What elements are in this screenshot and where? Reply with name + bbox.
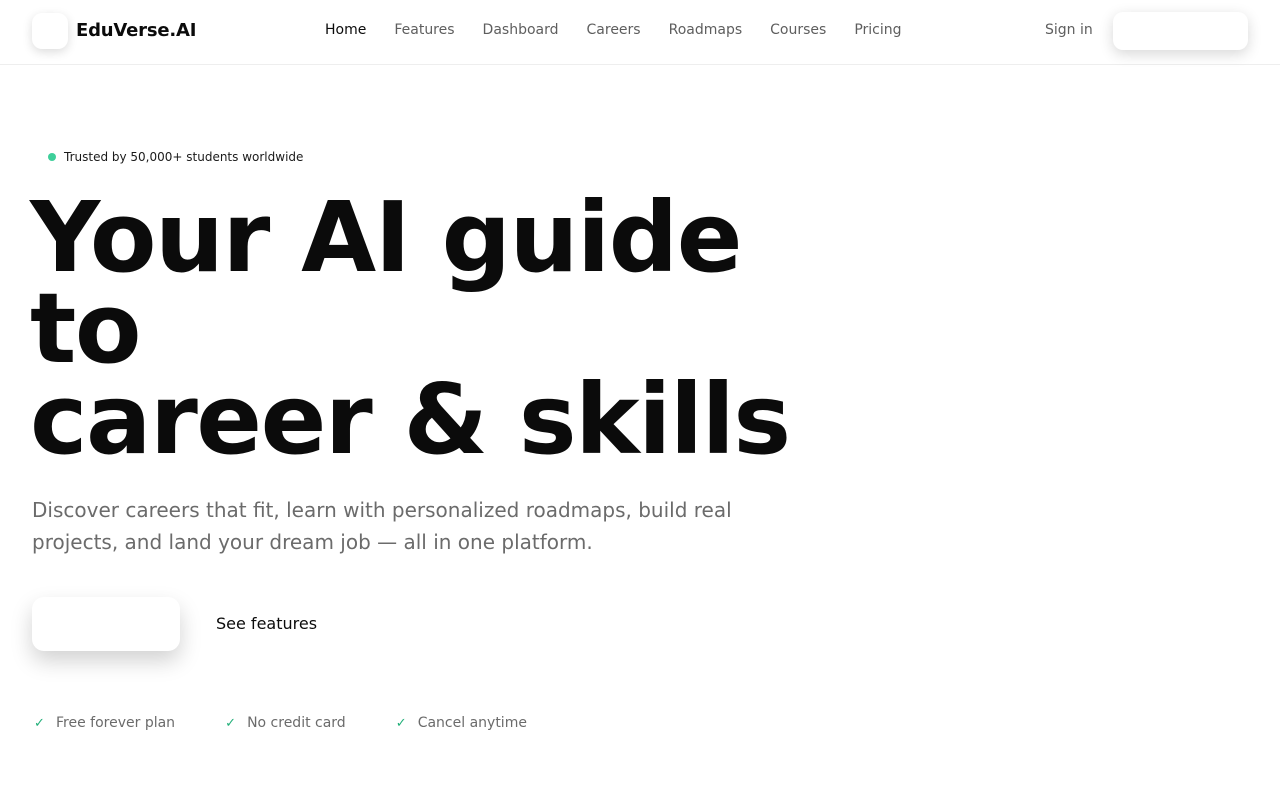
primary-cta-button[interactable] <box>32 597 180 651</box>
benefit-item: ✓ No credit card <box>223 715 346 731</box>
benefit-item: ✓ Cancel anytime <box>394 715 527 731</box>
nav-link-features[interactable]: Features <box>394 22 454 42</box>
headline-line-3: career & skills <box>30 363 791 476</box>
brand-name[interactable]: EduVerse.AI <box>76 20 196 41</box>
nav-link-roadmaps[interactable]: Roadmaps <box>669 22 743 42</box>
nav-link-home[interactable]: Home <box>325 22 366 42</box>
benefit-label: Free forever plan <box>56 715 176 731</box>
benefit-item: ✓ Free forever plan <box>32 715 175 731</box>
nav-link-pricing[interactable]: Pricing <box>854 22 901 42</box>
main-nav: Home Features Dashboard Careers Roadmaps… <box>325 22 902 42</box>
see-features-link[interactable]: See features <box>216 614 317 633</box>
status-dot-icon <box>48 153 56 161</box>
sign-in-link[interactable]: Sign in <box>1045 22 1093 38</box>
nav-link-careers[interactable]: Careers <box>587 22 641 42</box>
top-navigation-bar: EduVerse.AI Home Features Dashboard Care… <box>0 0 1280 65</box>
benefits-list: ✓ Free forever plan ✓ No credit card ✓ C… <box>32 715 575 731</box>
check-icon: ✓ <box>395 715 407 731</box>
headline-line-2: to <box>30 272 142 385</box>
logo-icon[interactable] <box>32 13 68 49</box>
headline-line-1: Your AI guide <box>30 181 743 294</box>
nav-link-dashboard[interactable]: Dashboard <box>483 22 559 42</box>
check-icon: ✓ <box>34 715 45 731</box>
hero-subtitle: Discover careers that fit, learn with pe… <box>32 498 732 554</box>
hero-headline: Your AI guide to career & skills <box>30 181 830 476</box>
trust-badge: Trusted by 50,000+ students worldwide <box>48 150 303 164</box>
nav-link-courses[interactable]: Courses <box>770 22 826 42</box>
trust-badge-text: Trusted by 50,000+ students worldwide <box>64 150 304 164</box>
benefit-label: No credit card <box>247 715 346 731</box>
check-icon: ✓ <box>225 715 237 731</box>
benefit-label: Cancel anytime <box>417 715 527 731</box>
header-cta-button[interactable] <box>1113 12 1248 50</box>
